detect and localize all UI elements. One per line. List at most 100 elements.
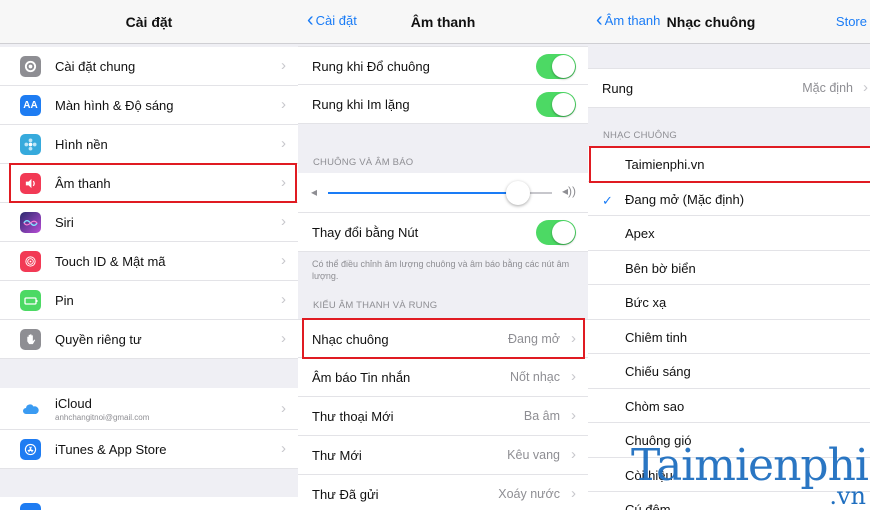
- sound-item-new-mail[interactable]: Thư Mới Kêu vang ›: [298, 436, 588, 475]
- chevron-right-icon: ›: [863, 79, 868, 96]
- section-header: NHẠC CHUÔNG: [603, 130, 677, 141]
- watermark-suffix: .vn: [829, 482, 866, 510]
- settings-item-itunes[interactable]: iTunes & App Store ›: [0, 430, 298, 469]
- sounds-navbar: ‹ Cài đặt Âm thanh: [298, 0, 588, 44]
- settings-item-label: Quyền riêng tư: [55, 332, 142, 347]
- sound-item-value: Nốt nhạc: [509, 370, 560, 384]
- settings-item-label: Cài đặt chung: [55, 59, 136, 74]
- section-header: KIỂU ÂM THANH VÀ RUNG: [313, 300, 438, 311]
- speaker-high-icon: ◂)): [561, 184, 576, 198]
- highlight-box: [302, 318, 585, 359]
- ringtone-item[interactable]: Chòm sao: [588, 388, 870, 423]
- vibrate-on-silent-toggle[interactable]: [536, 92, 576, 117]
- sound-item-voicemail[interactable]: Thư thoại Mới Ba âm ›: [298, 397, 588, 436]
- settings-item-siri[interactable]: Siri ›: [0, 203, 298, 242]
- sound-item-text-tone[interactable]: Âm báo Tin nhắn Nốt nhạc ›: [298, 358, 588, 397]
- settings-item-label: iTunes & App Store: [55, 442, 167, 457]
- chevron-right-icon: ›: [571, 446, 576, 463]
- sound-item-sent-mail[interactable]: Thư Đã gửi Xoáy nước ›: [298, 475, 588, 510]
- volume-note: Có thể điều chỉnh âm lượng chuông và âm …: [312, 259, 570, 281]
- chevron-right-icon: ›: [281, 135, 286, 152]
- chevron-right-icon: ›: [571, 407, 576, 424]
- page-title: Cài đặt: [125, 14, 173, 30]
- settings-item-wallpaper[interactable]: Hình nền ›: [0, 125, 298, 164]
- vibrate-on-ring-toggle[interactable]: [536, 54, 576, 79]
- ringtone-label: Cú đêm: [625, 502, 671, 510]
- ringtone-item[interactable]: Apex: [588, 216, 870, 251]
- volume-row: ◂ ◂)): [298, 173, 588, 213]
- toggle-row-vibrate-silent: Rung khi Im lặng: [298, 85, 588, 124]
- settings-item-general[interactable]: Cài đặt chung ›: [0, 47, 298, 86]
- sound-item-value: Xoáy nước: [498, 487, 560, 501]
- fingerprint-icon: [20, 251, 41, 272]
- chevron-right-icon: ›: [571, 368, 576, 385]
- vibration-value: Mặc định: [802, 81, 853, 95]
- page-title: Âm thanh: [410, 14, 476, 30]
- settings-item-label: iCloud: [55, 396, 92, 411]
- chevron-right-icon: ›: [281, 440, 286, 457]
- toggle-label: Thay đổi bằng Nút: [312, 225, 419, 240]
- settings-item-label: Touch ID & Mật mã: [55, 254, 166, 269]
- volume-slider-knob[interactable]: [506, 181, 531, 205]
- settings-item-label: Hình nền: [55, 137, 108, 152]
- ringtone-item[interactable]: Cú đêm: [588, 492, 870, 510]
- sound-item-label: Âm báo Tin nhắn: [312, 370, 411, 385]
- sound-item-label: Thư Mới: [312, 448, 362, 463]
- vibration-label: Rung: [602, 81, 634, 96]
- sound-item-label: Thư Đã gửi: [312, 487, 379, 502]
- ringtone-label: Chòm sao: [625, 398, 685, 414]
- ringtone-item[interactable]: ✓ Đang mở (Mặc định): [588, 181, 870, 216]
- ringtone-label: Chiêm tinh: [625, 329, 688, 345]
- highlight-box: [9, 163, 297, 203]
- page-title: Nhạc chuông: [666, 14, 756, 30]
- display-icon: AA: [20, 95, 41, 116]
- chevron-right-icon: ›: [281, 400, 286, 417]
- hand-icon: [20, 329, 41, 350]
- settings-item-label: Màn hình & Độ sáng: [55, 98, 174, 113]
- ringtone-item[interactable]: Bên bờ biển: [588, 250, 870, 285]
- settings-item-label: Siri: [55, 215, 74, 230]
- chevron-right-icon: ›: [281, 96, 286, 113]
- chevron-left-icon: ‹: [596, 9, 603, 31]
- toggle-row-vibrate-ring: Rung khi Đổ chuông: [298, 46, 588, 85]
- gear-icon: [20, 56, 41, 77]
- ringtone-item[interactable]: Chiêm tinh: [588, 319, 870, 354]
- siri-icon: [20, 212, 41, 233]
- sound-item-value: Ba âm: [523, 409, 560, 423]
- toggle-label: Rung khi Đổ chuông: [312, 59, 430, 74]
- wallpaper-icon: [20, 134, 41, 155]
- store-button[interactable]: Store: [836, 14, 867, 29]
- settings-item-icloud[interactable]: iCloud anhchangitnoi@gmail.com ›: [0, 388, 298, 430]
- ringtone-label: Apex: [625, 226, 655, 241]
- highlight-box: [589, 146, 870, 183]
- chevron-right-icon: ›: [281, 330, 286, 347]
- ringtone-label: Đang mở (Mặc định): [625, 191, 745, 207]
- ringtone-item[interactable]: Bức xạ: [588, 285, 870, 320]
- chevron-right-icon: ›: [281, 57, 286, 74]
- chevron-right-icon: ›: [281, 213, 286, 230]
- settings-item-privacy[interactable]: Quyền riêng tư ›: [0, 320, 298, 359]
- ringtone-item[interactable]: Chiếu sáng: [588, 354, 870, 389]
- speaker-low-icon: ◂: [311, 185, 318, 199]
- toggle-label: Rung khi Im lặng: [312, 97, 410, 112]
- settings-navbar: Cài đặt: [0, 0, 298, 44]
- ringtone-label: Chiếu sáng: [625, 364, 691, 379]
- icloud-account-email: anhchangitnoi@gmail.com: [55, 413, 150, 422]
- mail-icon: [20, 503, 41, 510]
- appstore-icon: [20, 439, 41, 460]
- toggle-row-change-buttons: Thay đổi bằng Nút: [298, 213, 588, 252]
- settings-panel: Cài đặt Cài đặt chung › AA Màn hình & Độ…: [0, 0, 298, 510]
- settings-item-battery[interactable]: Pin ›: [0, 281, 298, 320]
- ringtone-label: Bên bờ biển: [625, 260, 696, 276]
- chevron-right-icon: ›: [281, 291, 286, 308]
- section-header: CHUÔNG VÀ ÂM BÁO: [313, 157, 414, 168]
- settings-item-partial[interactable]: [0, 497, 298, 510]
- volume-slider[interactable]: [328, 181, 552, 205]
- battery-icon: [20, 290, 41, 311]
- settings-item-touchid[interactable]: Touch ID & Mật mã ›: [0, 242, 298, 281]
- change-with-buttons-toggle[interactable]: [536, 220, 576, 245]
- settings-item-display[interactable]: AA Màn hình & Độ sáng ›: [0, 86, 298, 125]
- chevron-right-icon: ›: [571, 485, 576, 502]
- vibration-row[interactable]: Rung Mặc định ›: [588, 68, 870, 108]
- checkmark-icon: ✓: [602, 192, 613, 208]
